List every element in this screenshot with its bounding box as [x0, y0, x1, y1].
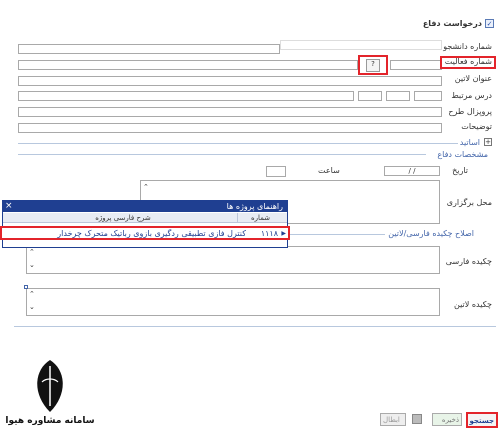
popup-title: راهنمای پروژه ها — [226, 202, 283, 211]
time-field[interactable] — [266, 166, 286, 177]
time-label: ساعت — [318, 166, 340, 175]
send-button-label: ذخیره — [441, 416, 459, 424]
persian-abstract-scroll-up-icon[interactable]: ⌃ — [29, 248, 35, 256]
latin-title-label: عنوان لاتین — [454, 74, 492, 83]
next-button-label: ابطال — [383, 416, 400, 424]
date-label: تاریخ — [452, 166, 468, 175]
popup-header: × راهنمای پروژه ها — [3, 201, 287, 212]
col-number-header[interactable]: شماره — [237, 213, 283, 223]
activity-number-field[interactable] — [18, 60, 358, 70]
proposal-field[interactable] — [18, 107, 442, 117]
search-button[interactable]: جستجو — [466, 412, 498, 428]
activity-number-label: شماره فعالیت — [444, 57, 492, 66]
logo-text: سامانه مشاوره هیوا — [5, 416, 95, 426]
project-guide-popup: × راهنمای پروژه ها شماره شرح فارسی پروژه — [2, 200, 288, 248]
window-title: درخواست دفاع — [422, 19, 482, 28]
next-button[interactable]: ابطال — [380, 413, 406, 426]
masters-divider — [18, 143, 458, 144]
venue-scroll-up-icon[interactable]: ⌃ — [143, 183, 149, 191]
bottom-divider — [14, 326, 496, 327]
masters-expand-icon[interactable]: + — [484, 138, 492, 146]
related-course-field-1[interactable] — [18, 91, 354, 101]
defense-request-window: ✓ درخواست دفاع شماره دانشجو ? شماره فعال… — [0, 0, 500, 436]
popup-column-headers: شماره شرح فارسی پروژه — [3, 213, 287, 223]
send-button[interactable]: ذخیره — [432, 413, 462, 426]
related-course-field-3[interactable] — [386, 91, 410, 101]
col-desc-header[interactable]: شرح فارسی پروژه — [33, 213, 213, 223]
student-number-label: شماره دانشجو — [443, 42, 492, 51]
activity-number-input[interactable] — [390, 60, 442, 70]
description-label: توضیحات — [461, 122, 492, 131]
defense-divider — [18, 154, 426, 155]
save-disk-icon[interactable] — [412, 414, 422, 424]
popup-close-button[interactable]: × — [5, 201, 13, 212]
persian-abstract-field[interactable]: ⌃ ⌄ — [26, 246, 440, 274]
latin-title-field[interactable] — [18, 76, 442, 86]
venue-label: محل برگزاری — [446, 198, 492, 207]
window-checkbox-icon[interactable]: ✓ — [485, 19, 494, 28]
masters-section-title[interactable]: اساتید — [460, 138, 480, 147]
latin-abstract-label: چکیده لاتین — [453, 300, 492, 309]
proposal-label: پروپزال طرح — [448, 107, 492, 116]
selected-project-row[interactable]: ▶ ۱۱۱۸ کنترل فازی تطبیقی ردگیری بازوی رب… — [0, 226, 290, 240]
defense-section-title: مشخصات دفاع — [437, 150, 488, 159]
persian-abstract-scroll-down-icon[interactable]: ⌄ — [29, 261, 35, 269]
related-course-field-2[interactable] — [358, 91, 382, 101]
related-course-label: درس مرتبط — [451, 91, 492, 100]
lookup-button[interactable]: ? — [366, 59, 380, 72]
title-bar: ✓ درخواست دفاع — [410, 16, 496, 30]
abstract-section-title: اصلاح چکیده فارسی/لاتین — [388, 229, 474, 238]
resize-handle-icon[interactable] — [24, 285, 28, 289]
row-project-desc: کنترل فازی تطبیقی ردگیری بازوی رباتیک مت… — [57, 229, 246, 238]
related-course-field-4[interactable] — [414, 91, 442, 101]
latin-abstract-field[interactable]: ⌃ ⌄ — [26, 288, 440, 316]
abstract-divider — [290, 234, 385, 235]
hiva-logo: سامانه مشاوره هیوا — [4, 356, 96, 432]
student-number-field[interactable] — [18, 44, 280, 54]
latin-abstract-scroll-down-icon[interactable]: ⌄ — [29, 303, 35, 311]
student-number-field-2[interactable] — [280, 40, 442, 50]
persian-abstract-label: چکیده فارسی — [445, 257, 492, 266]
row-marker-icon: ▶ — [281, 230, 286, 237]
search-button-label: جستجو — [469, 417, 494, 425]
date-field[interactable]: / / — [384, 166, 440, 176]
description-field[interactable] — [18, 123, 442, 133]
hiva-quill-icon — [37, 360, 63, 412]
row-project-number: ۱۱۱۸ — [260, 229, 278, 238]
latin-abstract-scroll-up-icon[interactable]: ⌃ — [29, 290, 35, 298]
